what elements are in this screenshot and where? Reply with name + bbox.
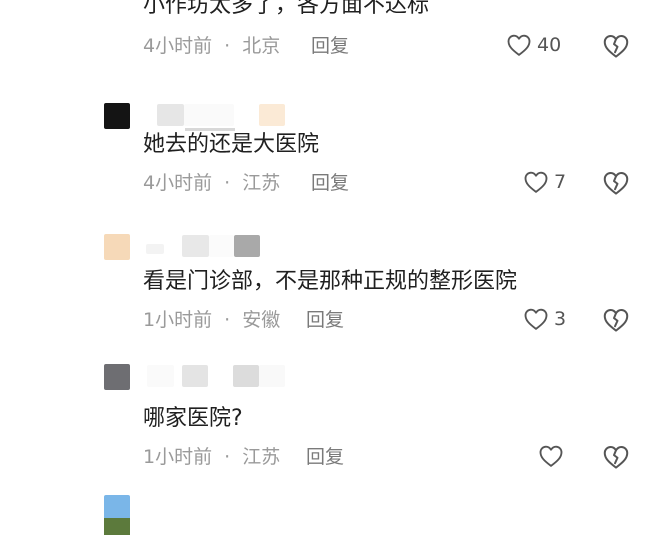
username-redacted bbox=[182, 365, 208, 387]
username-redacted bbox=[184, 104, 234, 126]
heart-outline-icon bbox=[522, 168, 550, 196]
broken-heart-icon bbox=[601, 442, 631, 472]
comment-location: 北京 bbox=[242, 35, 281, 57]
username-redacted bbox=[259, 365, 285, 387]
comment-location: 江苏 bbox=[242, 172, 281, 194]
username-redacted bbox=[234, 235, 260, 257]
comment-time: 1小时前 bbox=[143, 446, 213, 468]
meta-separator: · bbox=[224, 446, 231, 468]
comment-text: 看是门诊部，不是那种正规的整形医院 bbox=[143, 269, 518, 294]
dislike-button[interactable] bbox=[601, 168, 631, 198]
comment-text: 哪家医院? bbox=[143, 406, 243, 431]
avatar[interactable] bbox=[104, 234, 130, 260]
username-redacted bbox=[209, 235, 234, 257]
like-button[interactable]: 40 bbox=[505, 31, 561, 59]
like-button[interactable] bbox=[537, 442, 569, 470]
reply-button[interactable]: 回复 bbox=[306, 445, 344, 469]
username-redacted bbox=[146, 244, 164, 254]
comment-meta: 1小时前 · 安徽 bbox=[143, 308, 280, 332]
like-count: 3 bbox=[554, 308, 567, 330]
comment-time: 4小时前 bbox=[143, 172, 213, 194]
username-redacted bbox=[147, 365, 174, 387]
broken-heart-icon bbox=[601, 31, 631, 61]
avatar[interactable] bbox=[104, 364, 130, 390]
comment-meta: 1小时前 · 江苏 bbox=[143, 445, 280, 469]
reply-button[interactable]: 回复 bbox=[311, 34, 349, 58]
comment-time: 1小时前 bbox=[143, 309, 213, 331]
comment-location: 江苏 bbox=[242, 446, 281, 468]
heart-outline-icon bbox=[522, 305, 550, 333]
comment-meta: 4小时前 · 北京 bbox=[143, 34, 280, 58]
like-count: 7 bbox=[554, 171, 567, 193]
meta-separator: · bbox=[224, 172, 231, 194]
comment-text: 她去的还是大医院 bbox=[143, 132, 320, 157]
heart-outline-icon bbox=[505, 31, 533, 59]
comment-item bbox=[0, 0, 660, 535]
reply-button[interactable]: 回复 bbox=[306, 308, 344, 332]
like-button[interactable]: 7 bbox=[522, 168, 566, 196]
comment-text: 小作坊太多了，各方面不达标 bbox=[143, 0, 430, 18]
avatar[interactable] bbox=[104, 103, 130, 129]
dislike-button[interactable] bbox=[601, 31, 631, 61]
dislike-button[interactable] bbox=[601, 442, 631, 472]
comment-meta: 4小时前 · 江苏 bbox=[143, 171, 280, 195]
broken-heart-icon bbox=[601, 305, 631, 335]
avatar[interactable] bbox=[104, 495, 130, 535]
reply-button[interactable]: 回复 bbox=[311, 171, 349, 195]
meta-separator: · bbox=[224, 309, 231, 331]
username-redacted bbox=[157, 104, 184, 126]
meta-separator: · bbox=[224, 35, 231, 57]
comment-time: 4小时前 bbox=[143, 35, 213, 57]
username-redacted bbox=[259, 104, 285, 126]
username-redacted bbox=[182, 235, 209, 257]
like-count: 40 bbox=[537, 34, 562, 56]
broken-heart-icon bbox=[601, 168, 631, 198]
username-redacted bbox=[233, 365, 259, 387]
heart-outline-icon bbox=[537, 442, 565, 470]
dislike-button[interactable] bbox=[601, 305, 631, 335]
like-button[interactable]: 3 bbox=[522, 305, 566, 333]
comment-location: 安徽 bbox=[242, 309, 281, 331]
